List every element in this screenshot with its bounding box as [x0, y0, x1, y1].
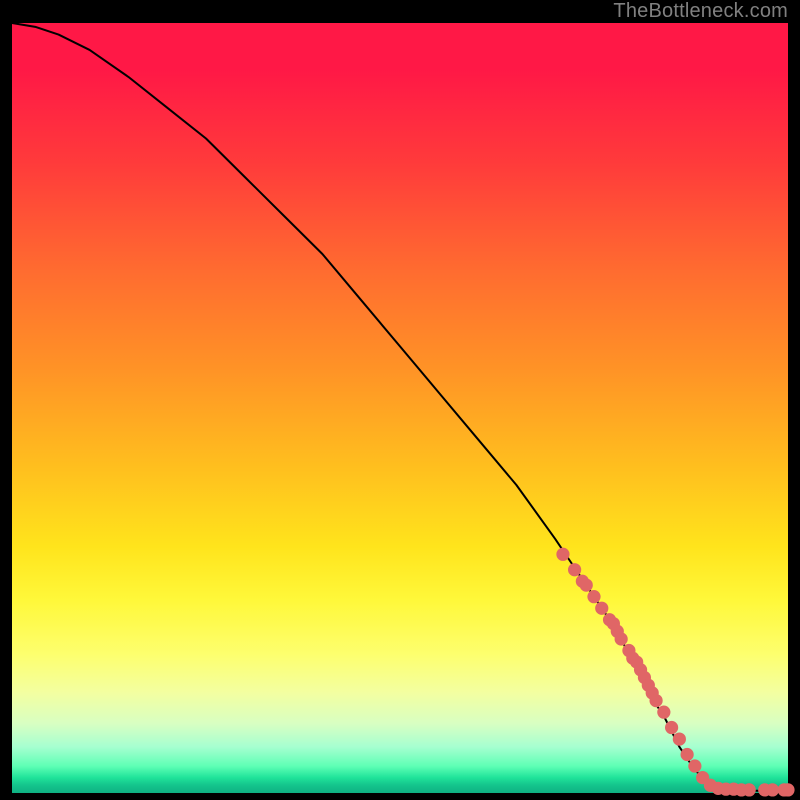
scatter-point [743, 783, 756, 796]
scatter-point [595, 602, 608, 615]
scatter-point [649, 694, 662, 707]
scatter-point [580, 578, 593, 591]
scatter-point [615, 632, 628, 645]
scatter-point [587, 590, 600, 603]
scatter-point [688, 759, 701, 772]
plot-area [12, 23, 788, 793]
scatter-point [556, 548, 569, 561]
scatter-markers [556, 548, 794, 797]
chart-root: TheBottleneck.com [0, 0, 800, 800]
scatter-point [568, 563, 581, 576]
scatter-point [681, 748, 694, 761]
attribution-text: TheBottleneck.com [613, 0, 788, 23]
scatter-point [766, 783, 779, 796]
scatter-point [781, 783, 794, 796]
scatter-point [657, 706, 670, 719]
scatter-point [665, 721, 678, 734]
bottleneck-curve [12, 23, 788, 791]
scatter-point [673, 732, 686, 745]
chart-svg [12, 23, 788, 793]
